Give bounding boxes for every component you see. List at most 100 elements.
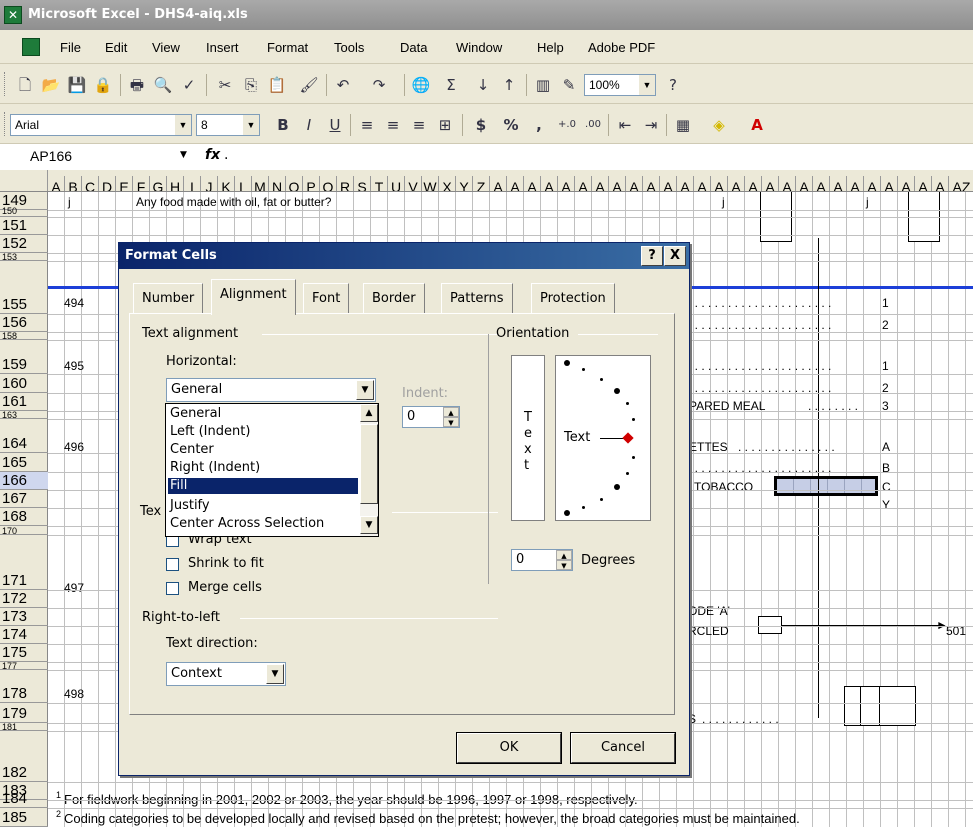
toolbar-grip[interactable] [4, 72, 7, 96]
row-header[interactable]: 165 [0, 454, 48, 472]
drawing-icon[interactable]: ✎ [558, 74, 580, 96]
horizontal-dropdown-list[interactable]: General Left (Indent) Center Right (Inde… [165, 403, 379, 537]
column-header[interactable]: U [388, 176, 405, 191]
column-header[interactable]: A [898, 176, 915, 191]
name-box[interactable]: AP166 [30, 148, 158, 168]
column-header[interactable]: Y [456, 176, 473, 191]
cut-icon[interactable]: ✂ [214, 74, 236, 96]
save-icon[interactable]: 💾 [66, 74, 88, 96]
column-header[interactable]: I [184, 176, 201, 191]
indent-stepper[interactable]: 0 ▲ ▼ [402, 406, 460, 428]
dial-point[interactable] [564, 360, 570, 366]
sort-descending-icon[interactable]: ↑ [498, 74, 520, 96]
merge-center-icon[interactable]: ⊞ [434, 114, 456, 136]
list-scrollbar[interactable]: ▲ ▼ [360, 404, 378, 536]
row-header[interactable]: 172 [0, 590, 48, 608]
column-header[interactable]: A [626, 176, 643, 191]
toolbar-grip[interactable] [4, 112, 7, 136]
row-header[interactable]: 163 [0, 411, 48, 420]
column-header[interactable]: A [847, 176, 864, 191]
column-header[interactable]: A [745, 176, 762, 191]
degrees-stepper[interactable]: 0 ▲ ▼ [511, 549, 573, 571]
dial-point[interactable] [626, 472, 629, 475]
column-header[interactable]: A [660, 176, 677, 191]
row-header[interactable]: 167 [0, 490, 48, 508]
print-icon[interactable]: 🖶 [126, 74, 148, 96]
column-header[interactable]: A [881, 176, 898, 191]
row-header[interactable]: 152 [0, 235, 48, 253]
column-header[interactable]: E [116, 176, 133, 191]
hyperlink-icon[interactable]: 🌐 [410, 74, 432, 96]
paste-icon[interactable]: 📋 [266, 74, 288, 96]
tab-patterns[interactable]: Patterns [441, 283, 513, 313]
copy-icon[interactable]: ⎘ [240, 74, 262, 96]
font-color-icon[interactable]: A [746, 114, 768, 136]
currency-button[interactable]: $ [470, 114, 492, 136]
open-icon[interactable]: 📂 [40, 74, 62, 96]
column-header[interactable]: A [915, 176, 932, 191]
close-button[interactable]: X [664, 246, 686, 266]
borders-icon[interactable]: ▦ [672, 114, 694, 136]
column-header[interactable]: A [830, 176, 847, 191]
permission-icon[interactable]: 🔒 [92, 74, 114, 96]
scroll-thumb[interactable] [360, 424, 378, 504]
column-header[interactable]: A [932, 176, 949, 191]
tab-font[interactable]: Font [303, 283, 350, 313]
column-header[interactable]: O [286, 176, 303, 191]
dial-point[interactable] [600, 378, 603, 381]
column-header[interactable]: AZ [949, 176, 973, 191]
menu-file[interactable]: File [60, 40, 81, 55]
chevron-down-icon[interactable]: ▼ [180, 150, 187, 160]
text-direction-select[interactable]: Context ▼ [166, 662, 286, 686]
scroll-up-icon[interactable]: ▲ [360, 404, 378, 422]
bold-icon[interactable]: B [272, 114, 294, 136]
dial-point[interactable] [582, 368, 585, 371]
column-header[interactable]: A [48, 176, 65, 191]
underline-icon[interactable]: U [324, 114, 346, 136]
dial-point[interactable] [582, 506, 585, 509]
column-header[interactable]: A [762, 176, 779, 191]
column-header[interactable]: V [405, 176, 422, 191]
align-left-icon[interactable]: ≡ [356, 114, 378, 136]
row-header[interactable]: 171 [0, 572, 48, 590]
option-general[interactable]: General [168, 406, 358, 422]
row-header[interactable]: 153 [0, 253, 48, 262]
tab-border[interactable]: Border [363, 283, 425, 313]
vertical-text-option[interactable]: T e x t [511, 355, 545, 521]
column-header[interactable]: X [439, 176, 456, 191]
spin-down-icon[interactable]: ▼ [443, 417, 459, 427]
autosum-icon[interactable]: Σ [440, 74, 462, 96]
column-header[interactable]: A [864, 176, 881, 191]
row-header[interactable]: 150 [0, 206, 48, 217]
row-header[interactable]: 151 [0, 217, 48, 235]
option-center-across-selection[interactable]: Center Across Selection [168, 516, 358, 532]
cancel-button[interactable]: Cancel [570, 732, 676, 764]
row-header[interactable]: 161 [0, 393, 48, 411]
dialog-title-bar[interactable]: Format Cells ? X [119, 243, 689, 269]
row-header[interactable]: 158 [0, 332, 48, 341]
column-header[interactable]: A [507, 176, 524, 191]
column-header[interactable]: A [677, 176, 694, 191]
help-icon[interactable]: ? [662, 74, 684, 96]
help-button[interactable]: ? [641, 246, 663, 266]
dial-point[interactable] [632, 456, 635, 459]
percent-button[interactable]: % [500, 114, 522, 136]
spelling-icon[interactable]: ✓ [178, 74, 200, 96]
chevron-down-icon[interactable]: ▼ [175, 115, 191, 135]
column-header[interactable]: H [167, 176, 184, 191]
row-header[interactable]: 177 [0, 662, 48, 671]
menu-edit[interactable]: Edit [105, 40, 127, 55]
column-header[interactable]: A [575, 176, 592, 191]
tab-alignment[interactable]: Alignment [211, 279, 296, 315]
align-center-icon[interactable]: ≡ [382, 114, 404, 136]
menu-window[interactable]: Window [456, 40, 502, 55]
row-header[interactable]: 179 [0, 705, 48, 723]
column-header[interactable]: L [235, 176, 252, 191]
column-header[interactable]: A [643, 176, 660, 191]
orientation-dial[interactable]: Text [555, 355, 651, 521]
decrease-indent-icon[interactable]: ⇤ [614, 114, 636, 136]
scroll-down-icon[interactable]: ▼ [360, 516, 378, 534]
column-header[interactable]: B [65, 176, 82, 191]
row-header[interactable]: 160 [0, 375, 48, 393]
option-left-indent[interactable]: Left (Indent) [168, 424, 358, 440]
